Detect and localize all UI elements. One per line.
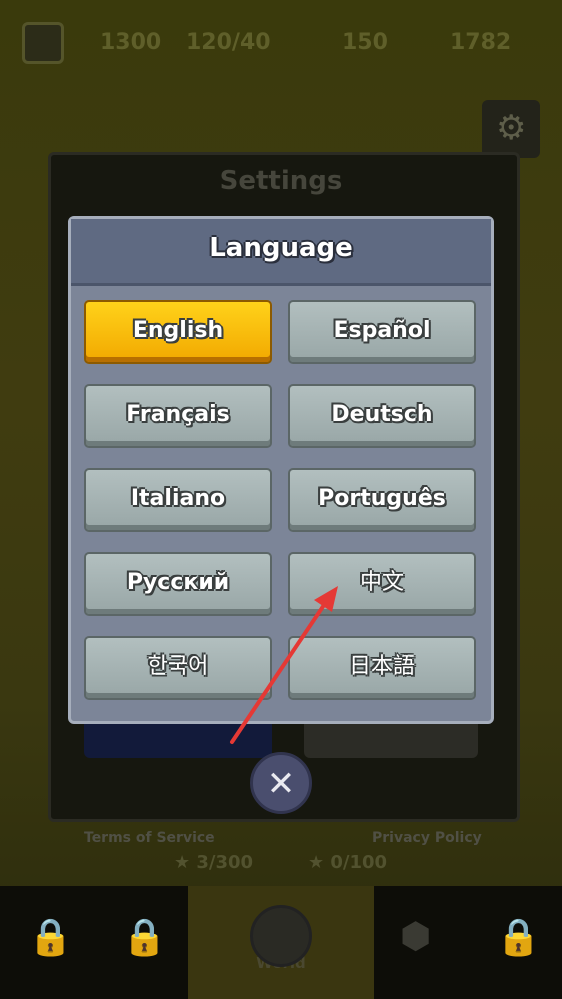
annotation-arrow <box>230 586 338 744</box>
